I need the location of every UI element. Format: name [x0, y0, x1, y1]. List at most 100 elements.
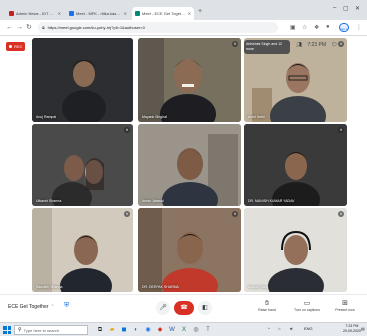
chat-icon[interactable]: 💬︎	[331, 42, 337, 48]
extension-icon[interactable]: ❖	[314, 24, 319, 31]
omnibox[interactable]: 🔒︎ https://meet.google.com/ku-yuhy-hrj?p…	[38, 22, 278, 33]
participant-tile[interactable]: Saurabh Sharma ⨯	[32, 208, 133, 292]
participant-name: Utkarsh Sharma	[36, 199, 62, 203]
present-now-button[interactable]: ⊞ Present now	[328, 299, 362, 312]
url-text: https://meet.google.com/ku-yuhy-hrj?pli=…	[47, 25, 145, 30]
participant-name: DR. MANISH KUMAR YADAV	[248, 199, 295, 203]
recording-label: REC	[14, 44, 23, 49]
mic-off-icon: ⨯	[124, 127, 130, 133]
end-call-button[interactable]: ☎︎	[174, 301, 194, 315]
maximize-icon[interactable]: ▢	[343, 5, 349, 12]
excel-icon[interactable]: X	[180, 326, 188, 334]
new-tab-button[interactable]: +	[198, 8, 202, 15]
profile-label: Sign in	[340, 28, 348, 31]
participant-tile[interactable]: Mayank Singhal ⨯	[138, 38, 241, 122]
participant-name: Saurabh Sharma	[36, 285, 63, 289]
taskbar-clock[interactable]: 7:23 PM 20-09-2020	[343, 324, 361, 334]
mic-off-icon: ⨯	[338, 211, 344, 217]
people-icon[interactable]: 👥︎	[296, 42, 302, 48]
browser-tab-strip: Admin News - IDT Alumni Pal ✕ Meet - MFK…	[0, 0, 367, 20]
participant-video	[138, 38, 241, 122]
volume-icon[interactable]: 🔊︎	[290, 326, 293, 331]
participant-video	[244, 124, 347, 206]
meet-status: 👥︎ 7:23 PM 💬︎	[296, 42, 337, 48]
participant-name: Ankit Sethi	[248, 115, 265, 119]
back-arrow-icon[interactable]: ←	[6, 23, 13, 32]
browser-tab-2[interactable]: Meet - MFK - ritika.kashimanim ✕	[66, 7, 130, 20]
captions-button[interactable]: ▭ Turn on captions	[290, 299, 324, 312]
meeting-title-text: ECE Get Together	[8, 304, 49, 310]
hand-icon: ✋︎	[265, 300, 269, 307]
raise-hand-button[interactable]: ✋︎ Raise hand	[250, 299, 284, 312]
participant-name: Anurag Garg	[248, 285, 269, 289]
task-view-icon[interactable]: ⧉	[96, 326, 104, 334]
profile-button[interactable]: Sign in	[339, 23, 349, 32]
camera-icon[interactable]: ▣	[290, 24, 296, 31]
mic-off-icon: ⨯	[124, 211, 130, 217]
windows-start-icon[interactable]	[3, 326, 11, 334]
recording-badge: REC	[6, 42, 26, 51]
windows-taskbar: ⚲ Type here to search ⧉ ▰ ◼ ◐ ◉ ◆ W X ◎ …	[0, 322, 367, 336]
tab-close-icon[interactable]: ✕	[124, 11, 127, 16]
browser-tab-3-active[interactable]: Meet - ECE Get Together ✕	[132, 7, 194, 20]
tab-favicon-icon	[9, 11, 14, 16]
meeting-title: ECE Get Together ⌃	[8, 304, 55, 310]
tray-language[interactable]: ENG	[304, 326, 313, 331]
network-icon[interactable]: ⌂	[278, 326, 280, 331]
file-explorer-icon[interactable]: ▰	[108, 326, 116, 334]
more-menu-icon[interactable]: ⋮	[356, 24, 362, 31]
shield-icon[interactable]: ⛨	[64, 302, 69, 310]
tab-close-icon[interactable]: ✕	[188, 11, 191, 16]
camera-button[interactable]: ◧	[198, 301, 212, 315]
store-icon[interactable]: ◼	[120, 326, 128, 334]
close-window-icon[interactable]: ✕	[355, 5, 360, 12]
participant-name: Anuj Rampal	[36, 115, 57, 119]
participant-tile[interactable]: DR. MANISH KUMAR YADAV ⨯	[244, 124, 347, 206]
word-icon[interactable]: W	[168, 326, 176, 334]
participant-tile[interactable]: DR. DEEPAK SHARMA ⨯	[138, 208, 241, 292]
tab-title: Meet - MFK - ritika.kashimanim	[76, 11, 122, 16]
address-toolbar: ← → ↻ 🔒︎ https://meet.google.com/ku-yuhy…	[0, 20, 367, 36]
edge-icon[interactable]: ◐	[132, 326, 140, 334]
mic-button[interactable]: 🎤︎	[156, 301, 170, 315]
presenting-panel[interactable]: Abhishek Singh and 12 more	[244, 40, 290, 54]
participant-tile[interactable]: Aman Jaiswal	[138, 124, 241, 206]
app-icon[interactable]: ◎	[192, 326, 200, 334]
minimize-icon[interactable]: –	[333, 5, 336, 11]
meet-favicon-icon	[135, 11, 140, 16]
browser-tab-1[interactable]: Admin News - IDT Alumni Pal ✕	[6, 7, 64, 20]
participant-tile[interactable]: Anurag Garg ⨯	[244, 208, 347, 292]
extension-icon[interactable]: ●	[326, 24, 330, 30]
reload-icon[interactable]: ↻	[26, 23, 32, 32]
taskbar-search-placeholder: Type here to search	[23, 327, 60, 333]
present-label: Present now	[335, 308, 355, 312]
participant-video	[244, 208, 347, 292]
participant-name: Aman Jaiswal	[142, 199, 164, 203]
chrome-icon[interactable]: ◉	[144, 326, 152, 334]
present-icon: ⊞	[342, 300, 348, 307]
mic-off-icon: ⨯	[232, 41, 238, 47]
notification-icon[interactable]: ▤	[361, 326, 365, 331]
mic-off-icon: ⨯	[338, 41, 344, 47]
tab-close-icon[interactable]: ✕	[58, 11, 61, 16]
participant-video	[32, 124, 133, 206]
captions-label: Turn on captions	[294, 308, 320, 312]
meet-clock: 7:23 PM	[307, 42, 326, 48]
captions-icon: ▭	[303, 300, 311, 307]
tab-favicon-icon	[69, 11, 74, 16]
bookmark-star-icon[interactable]: ☆	[302, 24, 307, 31]
teams-icon[interactable]: T	[204, 326, 212, 334]
app-icon[interactable]: ◆	[156, 326, 164, 334]
forward-arrow-icon[interactable]: →	[16, 23, 23, 32]
lock-icon: 🔒︎	[42, 24, 45, 31]
participant-tile[interactable]: Anuj Rampal	[32, 38, 133, 122]
taskbar-date: 20-09-2020	[343, 329, 361, 333]
mic-off-icon: ⨯	[338, 127, 344, 133]
tray-chevron-icon[interactable]: ^	[268, 326, 270, 331]
participant-tile[interactable]: Utkarsh Sharma ⨯	[32, 124, 133, 206]
raise-hand-label: Raise hand	[258, 308, 276, 312]
taskbar-search-box[interactable]: ⚲ Type here to search	[14, 325, 88, 335]
search-icon: ⚲	[18, 327, 22, 333]
participant-video	[138, 208, 241, 292]
presenting-text: Abhishek Singh and 12 more	[246, 42, 282, 51]
